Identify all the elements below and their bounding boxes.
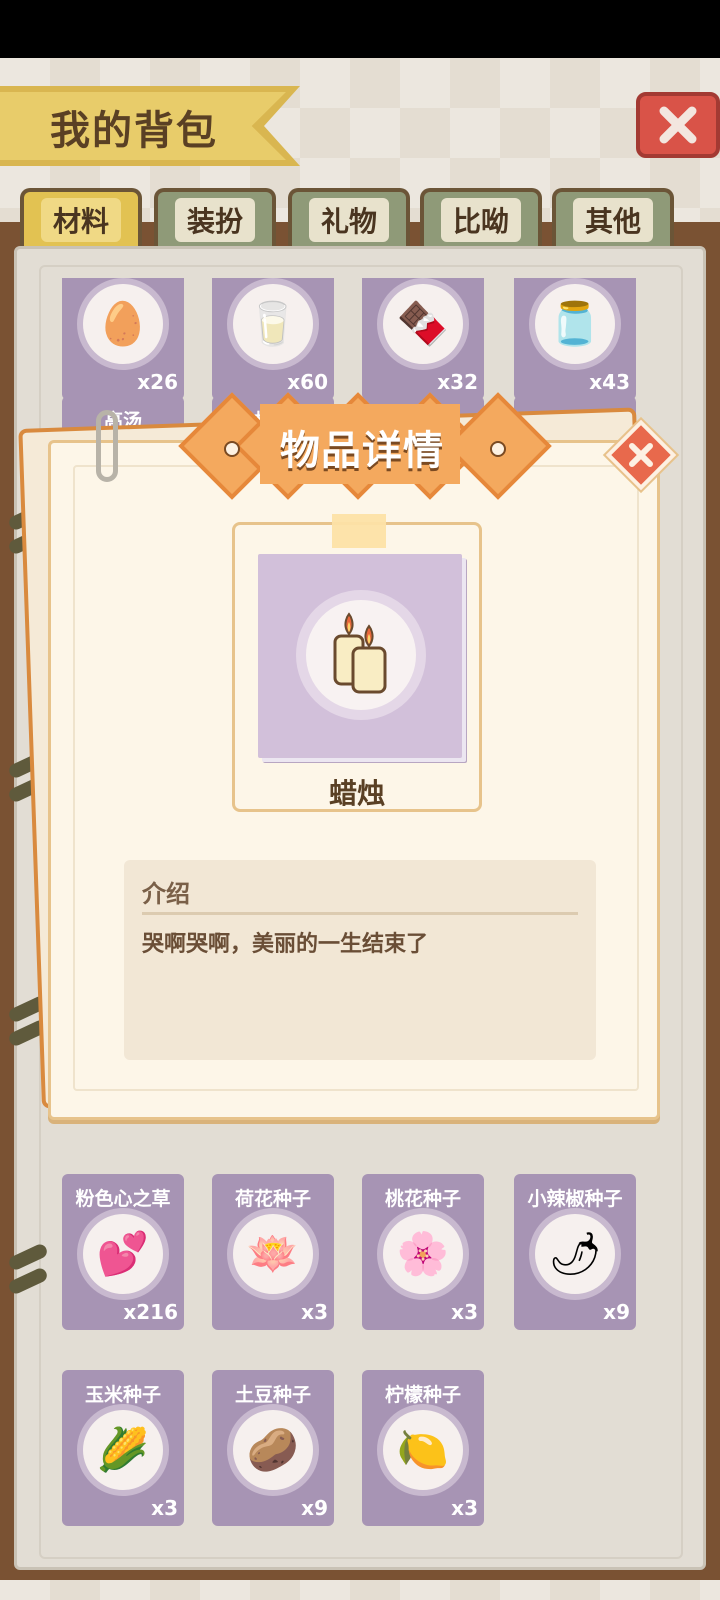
jar-icon: 🫙 (548, 299, 602, 348)
tab-biyou[interactable]: 比呦 (420, 188, 542, 248)
inventory-item[interactable]: 粉色心之草 💕 x216 (62, 1174, 190, 1336)
item-count: x3 (151, 1496, 178, 1520)
item-count: x9 (301, 1496, 328, 1520)
paperclip-icon (96, 410, 118, 482)
item-name: 粉色心之草 (75, 1188, 171, 1210)
item-count: x60 (287, 370, 328, 394)
close-icon (659, 106, 697, 144)
item-name: 蜡烛 (328, 777, 385, 810)
header-dot (490, 441, 506, 457)
description-box: 介绍 哭啊哭啊，美丽的一生结束了 (124, 860, 596, 1060)
item-count: x9 (603, 1300, 630, 1324)
potato-seed-bag-icon: 🥔 (246, 1425, 300, 1474)
item-count: x32 (437, 370, 478, 394)
status-bar (0, 0, 720, 58)
inventory-item[interactable]: 🫙 x43 (514, 278, 642, 406)
header-dot (224, 441, 240, 457)
item-image-circle (306, 600, 416, 710)
tab-bar: 材料 装扮 礼物 比呦 其他 (20, 188, 720, 248)
dialog-title: 物品详情 (280, 428, 444, 474)
inventory-item[interactable]: 荷花种子 🪷 x3 (212, 1174, 340, 1336)
description-title: 介绍 (142, 880, 190, 908)
tab-label: 礼物 (308, 198, 389, 242)
corn-seed-bag-icon: 🌽 (96, 1425, 150, 1474)
egg-icon: 🥚 (96, 299, 150, 348)
item-count: x3 (301, 1300, 328, 1324)
milk-icon: 🥛 (246, 299, 300, 348)
tab-gifts[interactable]: 礼物 (288, 188, 410, 248)
item-count: x26 (137, 370, 178, 394)
tab-others[interactable]: 其他 (552, 188, 674, 248)
description-text: 哭啊哭啊，美丽的一生结束了 (142, 932, 429, 957)
peach-blossom-seed-bag-icon: 🌸 (396, 1229, 450, 1278)
inventory-item[interactable]: 桃花种子 🌸 x3 (362, 1174, 490, 1336)
description-divider (142, 912, 578, 915)
item-name: 桃花种子 (384, 1188, 461, 1210)
item-count: x3 (451, 1496, 478, 1520)
item-name: 小辣椒种子 (527, 1188, 623, 1210)
tab-outfits[interactable]: 装扮 (154, 188, 276, 248)
item-name: 玉米种子 (84, 1384, 161, 1406)
item-count: x216 (123, 1300, 178, 1324)
candle-icon (333, 612, 387, 694)
close-inventory-button[interactable] (636, 92, 720, 158)
inventory-item[interactable]: 小辣椒种子 🌶 x9 (514, 1174, 642, 1336)
chili-seed-bag-icon: 🌶 (548, 1229, 602, 1278)
tab-label: 其他 (572, 198, 653, 242)
tape-strip (332, 514, 386, 548)
item-name: 柠檬种子 (384, 1384, 461, 1406)
inventory-item[interactable]: 玉米种子 🌽 x3 (62, 1370, 190, 1532)
item-count: x3 (451, 1300, 478, 1324)
lemon-seed-bag-icon: 🍋 (396, 1425, 450, 1474)
close-icon (629, 443, 653, 467)
inventory-item[interactable]: 柠檬种子 🍋 x3 (362, 1370, 490, 1532)
tab-label: 装扮 (174, 198, 255, 242)
item-name: 土豆种子 (234, 1384, 311, 1406)
lotus-seed-bag-icon: 🪷 (246, 1229, 300, 1278)
inventory-item[interactable]: 🥚 x26 (62, 278, 190, 406)
item-name: 荷花种子 (234, 1188, 311, 1210)
tab-materials[interactable]: 材料 (20, 188, 142, 248)
inventory-item[interactable]: 🥛 x60 (212, 278, 340, 406)
tab-label: 比呦 (440, 198, 521, 242)
inventory-item[interactable]: 土豆种子 🥔 x9 (212, 1370, 340, 1532)
page-title: 我的背包 (50, 108, 218, 154)
tab-label: 材料 (40, 198, 121, 242)
item-count: x43 (589, 370, 630, 394)
cake-icon: 🍫 (396, 299, 450, 348)
inventory-item[interactable]: 🍫 x32 (362, 278, 490, 406)
heart-plant-icon: 💕 (96, 1229, 150, 1278)
